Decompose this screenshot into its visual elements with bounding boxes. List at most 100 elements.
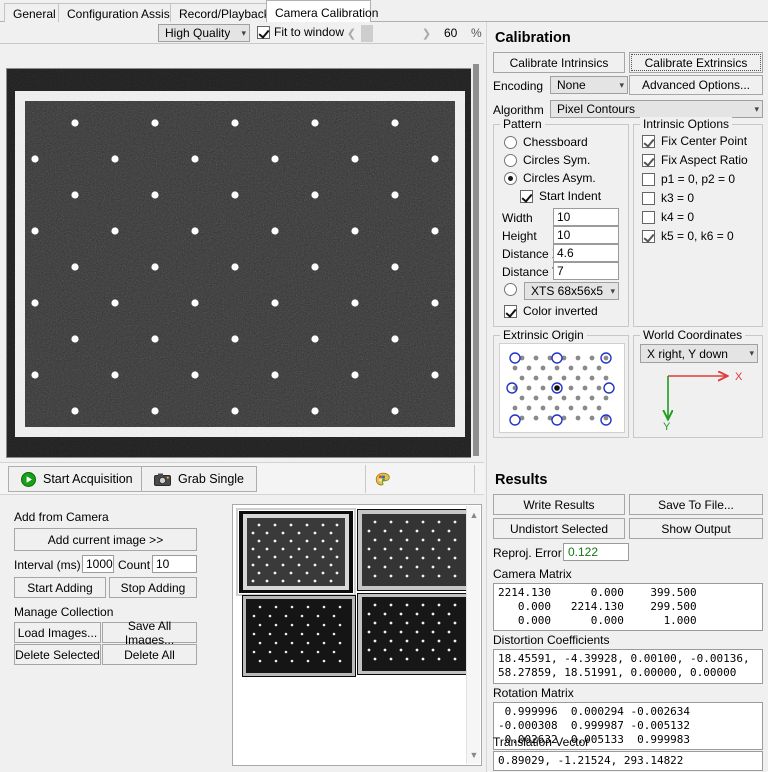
width-input[interactable]: 10 [553,208,619,226]
list-item[interactable] [242,595,356,677]
checkbox-box [642,210,655,224]
count-input[interactable]: 10 [152,555,197,573]
chevron-down-icon: ▾ [610,285,615,296]
height-input[interactable]: 10 [553,226,619,244]
y-axis-label: Y [663,421,671,432]
radio-circles-asym[interactable]: Circles Asym. [504,171,596,185]
thumbnail-image [239,511,353,593]
checkbox-p1-p2[interactable]: p1 = 0, p2 = 0 [642,172,735,186]
write-results-button[interactable]: Write Results [493,494,625,515]
interval-input[interactable]: 1000 [82,555,114,573]
color-palette-icon[interactable] [375,472,391,488]
zoom-slider[interactable]: ❮ ❯ [345,25,433,42]
save-all-images-button[interactable]: Save All Images... [102,619,197,647]
grab-single-button[interactable]: Grab Single [141,466,258,492]
calibration-settings-panel: Calibration Calibrate Intrinsics Calibra… [486,22,768,772]
calibrate-intrinsics-button[interactable]: Calibrate Intrinsics [493,52,625,73]
gallery-scrollbar[interactable]: ▲ ▼ [466,506,480,764]
encoding-dropdown[interactable]: None ▾ [550,76,628,94]
fit-to-window-checkbox[interactable]: Fit to window [257,25,344,39]
chevron-up-icon[interactable]: ▲ [467,508,481,522]
checkbox-k4[interactable]: k4 = 0 [642,210,694,224]
zoom-slider-thumb[interactable] [361,25,373,42]
radio-circles-sym[interactable]: Circles Sym. [504,153,590,167]
distance-x-input[interactable]: 4.6 [553,244,619,262]
save-to-file-button[interactable]: Save To File... [629,494,763,515]
checkbox-k3[interactable]: k3 = 0 [642,191,694,205]
delete-all-button[interactable]: Delete All [102,644,197,665]
undistort-selected-button[interactable]: Undistort Selected [493,518,625,539]
checkbox-label: k4 = 0 [661,210,695,224]
color-inverted-checkbox[interactable]: Color inverted [504,304,598,318]
world-coordinates-group: World Coordinates X right, Y down ▾ X Y [633,328,763,438]
count-value: 10 [156,557,170,571]
start-indent-checkbox[interactable]: Start Indent [520,189,601,203]
advanced-options-button[interactable]: Advanced Options... [629,75,763,95]
calibrate-extrinsics-button[interactable]: Calibrate Extrinsics [629,52,763,73]
grab-single-label: Grab Single [178,472,245,486]
radio-label: Chessboard [523,135,588,149]
add-from-camera-label: Add from Camera [14,510,109,524]
save-all-images-label: Save All Images... [124,618,175,647]
preset-pattern-dropdown[interactable]: XTS 68x56x5 ▾ [524,282,619,300]
reproj-error-value: 0.122 [568,545,599,559]
algorithm-dropdown[interactable]: Pixel Contours ▾ [550,100,763,118]
tab-configuration-assistant[interactable]: Configuration Assistant [58,3,190,22]
scrollbar-thumb[interactable] [473,64,479,456]
tab-record-playback[interactable]: Record/Playback [170,3,270,22]
add-current-image-button[interactable]: Add current image >> [14,528,197,551]
tab-camera-calibration[interactable]: Camera Calibration [266,0,378,22]
show-output-button[interactable]: Show Output [629,518,763,539]
translation-value: 0.89029, -1.21524, 293.14822 [493,751,763,771]
checkbox-k5-k6[interactable]: k5 = 0, k6 = 0 [642,229,734,243]
extrinsic-origin-group: Extrinsic Origin [493,328,629,438]
quality-value: High Quality [165,26,231,40]
world-coordinates-dropdown[interactable]: X right, Y down ▾ [640,344,758,363]
delete-selected-button[interactable]: Delete Selected [14,644,101,665]
thumbnail-image [357,509,471,591]
stop-adding-button[interactable]: Stop Adding [109,577,197,598]
image-vertical-scrollbar[interactable] [471,60,481,460]
zoom-slider-track[interactable] [358,25,420,42]
thumbnail-gallery[interactable]: ▲ ▼ [232,504,482,766]
list-item[interactable] [357,593,471,675]
start-acquisition-label: Start Acquisition [43,472,133,486]
checkbox-fix-center-point[interactable]: Fix Center Point [642,134,747,148]
reproj-error-field[interactable]: 0.122 [563,543,629,561]
start-adding-button[interactable]: Start Adding [14,577,106,598]
distance-y-input[interactable]: 7 [553,262,619,280]
axes-diagram: X Y [642,371,743,432]
list-item[interactable] [357,509,471,591]
tab-general[interactable]: General [4,3,60,22]
list-item[interactable] [236,508,356,596]
start-indent-label: Start Indent [539,189,602,203]
save-to-file-label: Save To File... [658,497,734,512]
chevron-down-icon[interactable]: ▼ [467,748,481,762]
radio-preset-pattern[interactable] [504,283,517,296]
acquisition-toolbar: Start Acquisition Grab Single [0,462,484,495]
distance-y-value: 7 [557,264,564,278]
distance-y-label: Distance Y [502,265,560,279]
zoom-value: 60 [444,26,458,40]
radio-chessboard[interactable]: Chessboard [504,135,588,149]
checkbox-label: Fix Aspect Ratio [661,153,748,167]
start-acquisition-button[interactable]: Start Acquisition [8,466,146,492]
thumbnail-image [242,595,356,677]
radio-dot [504,283,517,296]
calibration-image-viewport[interactable] [6,68,478,458]
write-results-label: Write Results [523,497,595,512]
checkbox-box [257,25,270,39]
checkbox-label: k5 = 0, k6 = 0 [661,229,734,243]
chevron-left-icon[interactable]: ❮ [345,27,358,40]
rotation-label: Rotation Matrix [493,686,574,700]
advanced-options-label: Advanced Options... [641,78,751,92]
chevron-right-icon[interactable]: ❯ [420,27,433,40]
checkbox-fix-aspect-ratio[interactable]: Fix Aspect Ratio [642,153,748,167]
fit-to-window-label: Fit to window [274,25,345,39]
show-output-label: Show Output [661,521,731,536]
load-images-button[interactable]: Load Images... [14,622,101,643]
extrinsic-origin-preview[interactable] [499,343,625,433]
radio-dot [504,135,517,149]
add-current-image-label: Add current image >> [47,532,164,547]
quality-dropdown[interactable]: High Quality ▾ [158,24,250,42]
